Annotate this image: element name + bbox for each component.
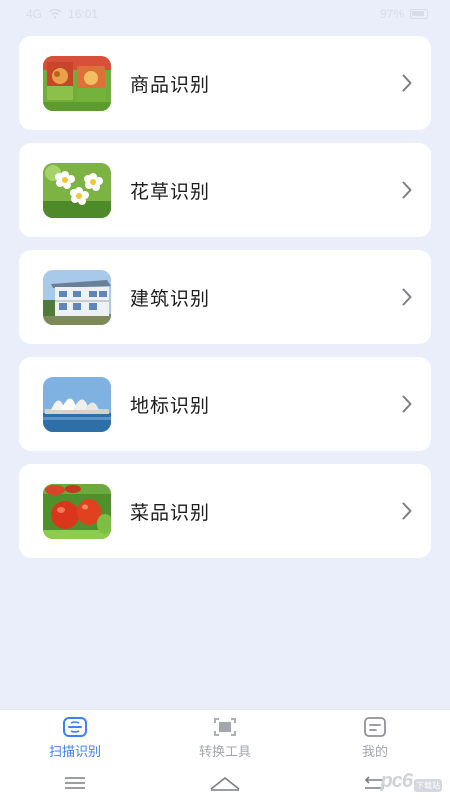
watermark-logo: pc6 下载站: [381, 770, 442, 793]
clock: 16:01: [68, 7, 99, 21]
category-list: 商品识别 花草识别 建筑识别 地标识别 菜品识别: [19, 36, 431, 571]
watermark-text: pc6: [380, 770, 413, 792]
card-dish-recognition[interactable]: 菜品识别: [19, 464, 431, 558]
card-label: 建筑识别: [130, 287, 211, 310]
battery-percent: 97%: [379, 7, 404, 21]
wifi-icon: [48, 9, 62, 19]
tab-label: 转换工具: [198, 743, 251, 759]
card-label: 地标识别: [130, 394, 211, 417]
home-icon[interactable]: [205, 771, 245, 795]
signal-indicator: 4G: [26, 7, 43, 21]
landmark-photo-icon: [43, 376, 111, 432]
card-building-recognition[interactable]: 建筑识别: [19, 250, 431, 344]
tab-scan-recognition[interactable]: 扫描识别: [0, 716, 150, 760]
chevron-right-icon: [399, 501, 415, 521]
flower-photo-icon: [43, 162, 111, 218]
card-flower-recognition[interactable]: 花草识别: [19, 143, 431, 237]
status-left: 4G 16:01: [26, 7, 98, 21]
card-label: 商品识别: [130, 73, 211, 96]
chevron-right-icon: [399, 394, 415, 414]
tab-label: 我的: [361, 743, 388, 759]
screen: 4G 16:01 97% 商品识别 花草识别 建筑识别 地标识别 菜品识别 扫描…: [0, 0, 450, 800]
dish-photo-icon: [43, 483, 111, 539]
tab-profile[interactable]: 我的: [300, 716, 450, 760]
product-photo-icon: [43, 55, 111, 111]
card-product-recognition[interactable]: 商品识别: [19, 36, 431, 130]
convert-icon: [212, 716, 238, 738]
battery-icon: [410, 9, 428, 19]
card-landmark-recognition[interactable]: 地标识别: [19, 357, 431, 451]
watermark-badge: 下载站: [414, 779, 442, 792]
card-label: 菜品识别: [130, 501, 211, 524]
menu-icon[interactable]: [55, 771, 95, 795]
chevron-right-icon: [399, 180, 415, 200]
bottom-tab-bar: 扫描识别 转换工具 我的: [0, 709, 450, 765]
building-photo-icon: [43, 269, 111, 325]
chevron-right-icon: [399, 73, 415, 93]
tab-label: 扫描识别: [48, 743, 101, 759]
status-bar: 4G 16:01 97%: [0, 0, 450, 28]
scan-icon: [62, 716, 88, 738]
card-label: 花草识别: [130, 180, 211, 203]
status-right: 97%: [380, 7, 428, 21]
tab-convert-tools[interactable]: 转换工具: [150, 716, 300, 760]
profile-icon: [362, 716, 388, 738]
chevron-right-icon: [399, 287, 415, 307]
